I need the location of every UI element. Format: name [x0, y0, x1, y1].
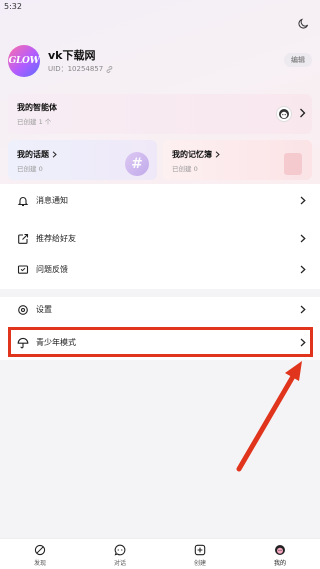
- profile-icon: [275, 545, 285, 555]
- annotation-highlight-box: [8, 327, 313, 357]
- annotation-arrow: [236, 361, 302, 472]
- chevron-right-icon: [215, 151, 220, 158]
- menu-label-feedback: 问题反馈: [36, 265, 68, 274]
- moon-icon: [297, 18, 308, 28]
- tab-label-create: 创建: [193, 560, 206, 567]
- chevron-right-icon: [300, 196, 306, 205]
- chevron-right-icon: [300, 265, 306, 274]
- tab-create[interactable]: 创建: [180, 544, 220, 567]
- my-agents-title-row: 我的智能体: [17, 102, 57, 113]
- chat-icon: [114, 544, 126, 556]
- edit-profile-button[interactable]: 编辑: [284, 53, 312, 67]
- tab-profile[interactable]: 我的: [260, 544, 300, 567]
- profile-header: GLOW vk下载网 UID：10254857 编辑: [8, 45, 312, 79]
- my-memo-title: 我的记忆簿: [172, 150, 212, 159]
- avatar-logo-text: GLOW: [8, 56, 40, 66]
- hashtag-icon: #: [125, 152, 149, 176]
- agent-avatar: [276, 106, 292, 122]
- bottom-tab-bar: 发现 对话 创建 我的: [0, 538, 320, 569]
- tab-label-profile: 我的: [273, 560, 286, 567]
- my-agents-count: 已创建 1 个: [17, 118, 52, 126]
- my-topics-card[interactable]: 我的话题 已创建 0 #: [8, 140, 157, 180]
- share-icon: [18, 233, 29, 244]
- agent-face-icon: [279, 109, 289, 119]
- my-memo-title-row: 我的记忆簿: [172, 149, 220, 160]
- my-topics-count: 已创建 0: [17, 165, 43, 173]
- my-memo-count: 已创建 0: [172, 165, 198, 173]
- uid-row: UID：10254857: [48, 64, 113, 74]
- menu-label-settings: 设置: [36, 305, 52, 314]
- menu-item-feedback[interactable]: 问题反馈: [0, 255, 320, 285]
- avatar[interactable]: GLOW: [8, 45, 40, 77]
- discover-icon: [34, 544, 46, 556]
- chevron-right-icon: [52, 151, 57, 158]
- dark-mode-toggle[interactable]: [296, 16, 310, 30]
- uid-text: UID：10254857: [48, 65, 104, 73]
- chevron-right-icon: [300, 108, 306, 118]
- my-topics-title-row: 我的话题: [17, 149, 57, 160]
- menu-item-notifications[interactable]: 消息通知: [0, 186, 320, 216]
- menu-item-recommend[interactable]: 推荐给好友: [0, 224, 320, 254]
- chevron-right-icon: [300, 234, 306, 243]
- tab-discover[interactable]: 发现: [20, 544, 60, 567]
- menu-item-settings[interactable]: 设置: [0, 295, 320, 325]
- menu-label-notifications: 消息通知: [36, 196, 68, 205]
- create-icon: [194, 544, 206, 556]
- notebook-icon: [284, 153, 302, 175]
- my-agents-title: 我的智能体: [17, 103, 57, 112]
- status-bar: 5:32: [0, 0, 320, 14]
- tab-label-discover: 发现: [33, 560, 46, 567]
- copy-icon[interactable]: [106, 65, 113, 73]
- tab-label-chat: 对话: [113, 560, 126, 567]
- chevron-right-icon: [300, 305, 306, 314]
- status-time: 5:32: [4, 2, 22, 11]
- menu-label-recommend: 推荐给好友: [36, 234, 76, 243]
- my-memo-card[interactable]: 我的记忆簿 已创建 0: [163, 140, 312, 180]
- username: vk下载网: [48, 49, 96, 62]
- my-agents-card[interactable]: 我的智能体 已创建 1 个: [8, 94, 312, 134]
- feedback-icon: [17, 265, 29, 274]
- tab-chat[interactable]: 对话: [100, 544, 140, 567]
- bell-icon: [17, 197, 29, 207]
- my-topics-title: 我的话题: [17, 150, 49, 159]
- gear-icon: [18, 305, 28, 315]
